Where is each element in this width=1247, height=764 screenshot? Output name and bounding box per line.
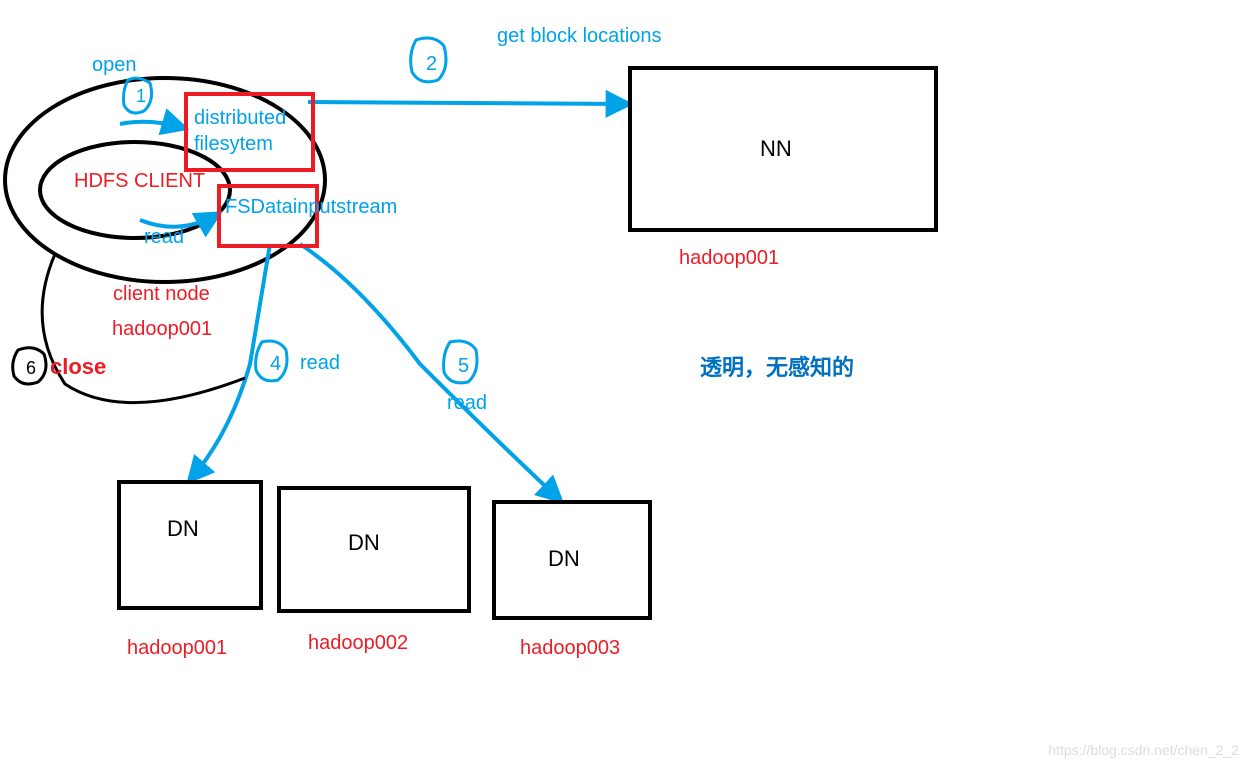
label-client-node: client node (113, 283, 210, 306)
label-nn-hadoop: hadoop001 (679, 247, 779, 270)
label-dn3: DN (548, 546, 580, 572)
label-dn1-hadoop: hadoop001 (127, 637, 227, 660)
label-read-ellipse: read (144, 226, 184, 249)
label-read5: read (447, 392, 487, 415)
label-distributed-filesystem-line1: distributed (194, 106, 286, 130)
label-get-block-locations: get block locations (497, 25, 662, 48)
svg-text:5: 5 (458, 355, 469, 377)
svg-text:1: 1 (136, 86, 146, 106)
label-client-hadoop: hadoop001 (112, 318, 212, 341)
svg-text:2: 2 (426, 53, 437, 75)
svg-text:6: 6 (26, 358, 36, 378)
label-distributed-filesystem-line2: filesytem (194, 132, 273, 156)
diagram-canvas: 1 2 4 5 6 open get block locations read … (0, 0, 1247, 764)
label-dn1: DN (167, 516, 199, 542)
watermark: https://blog.csdn.net/chen_2_2 (1048, 742, 1239, 758)
label-chinese-note: 透明，无感知的 (700, 350, 854, 382)
label-nn: NN (760, 136, 792, 162)
label-hdfs-client: HDFS CLIENT (74, 170, 205, 193)
label-open: open (92, 54, 137, 77)
label-fs-datainputstream: FSDatainputstream (225, 196, 397, 219)
box-dn1 (117, 480, 263, 610)
label-dn2: DN (348, 530, 380, 556)
label-close: close (50, 354, 106, 380)
label-dn3-hadoop: hadoop003 (520, 637, 620, 660)
svg-text:4: 4 (270, 353, 281, 375)
label-dn2-hadoop: hadoop002 (308, 632, 408, 655)
label-read4: read (300, 352, 340, 375)
